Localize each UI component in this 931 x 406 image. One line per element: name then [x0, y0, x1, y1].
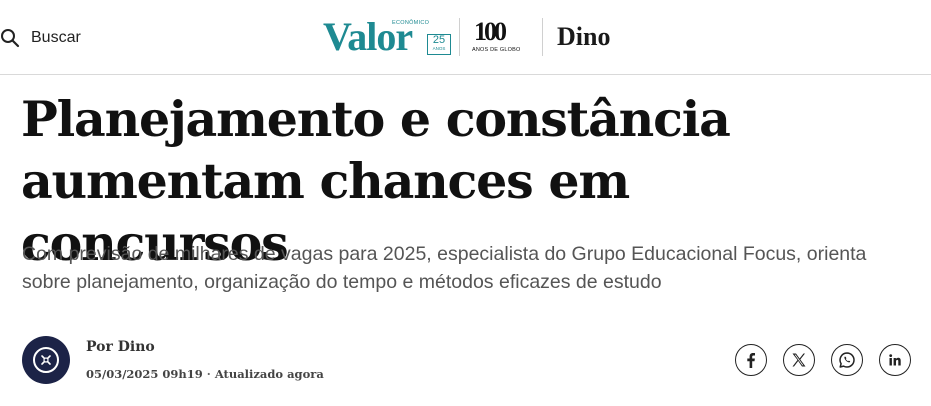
dino-section-logo[interactable]: Dino: [557, 22, 610, 52]
article-byline[interactable]: Por Dino: [86, 339, 155, 355]
search-icon: [0, 28, 20, 48]
updated-text: Atualizado agora: [214, 367, 324, 381]
author-avatar[interactable]: [22, 336, 70, 384]
publish-date: 05/03/2025 09h19: [86, 367, 203, 381]
article-subtitle: Com previsão de milhares de vagas para 2…: [22, 243, 867, 293]
valor-economico-logo[interactable]: ECONÔMICO Valor 25 ANOS: [323, 14, 451, 59]
badge-sub: ANOS: [432, 46, 446, 51]
facebook-icon: [744, 352, 758, 368]
badge-number: 25: [432, 34, 446, 46]
share-x-button[interactable]: [783, 344, 815, 376]
globo-logo-number: 100: [474, 17, 507, 46]
share-facebook-button[interactable]: [735, 344, 767, 376]
header-logos: ECONÔMICO Valor 25 ANOS 100 ANOS DE GLOB…: [323, 14, 610, 60]
share-linkedin-button[interactable]: [879, 344, 911, 376]
date-separator: ·: [202, 367, 215, 381]
search-label: Buscar: [31, 29, 81, 46]
logo-divider: [542, 18, 543, 56]
search-button[interactable]: Buscar: [0, 26, 81, 50]
whatsapp-icon: [838, 351, 856, 369]
globo-logo-sub: ANOS DE GLOBO: [472, 47, 521, 53]
valor-25-anos-badge: 25 ANOS: [427, 34, 451, 55]
share-whatsapp-button[interactable]: [831, 344, 863, 376]
x-icon: [791, 352, 807, 368]
linkedin-icon: [888, 353, 902, 367]
logo-divider: [459, 18, 460, 56]
article-dateline: 05/03/2025 09h19 · Atualizado agora: [86, 367, 324, 381]
globo-100-anos-logo: 100 ANOS DE GLOBO: [472, 17, 526, 57]
valor-logo-word: Valor: [323, 14, 413, 59]
share-bar: [735, 344, 911, 376]
dino-avatar-icon: [33, 347, 59, 373]
site-header: Buscar ECONÔMICO Valor 25 ANOS 100 ANOS …: [0, 0, 931, 75]
